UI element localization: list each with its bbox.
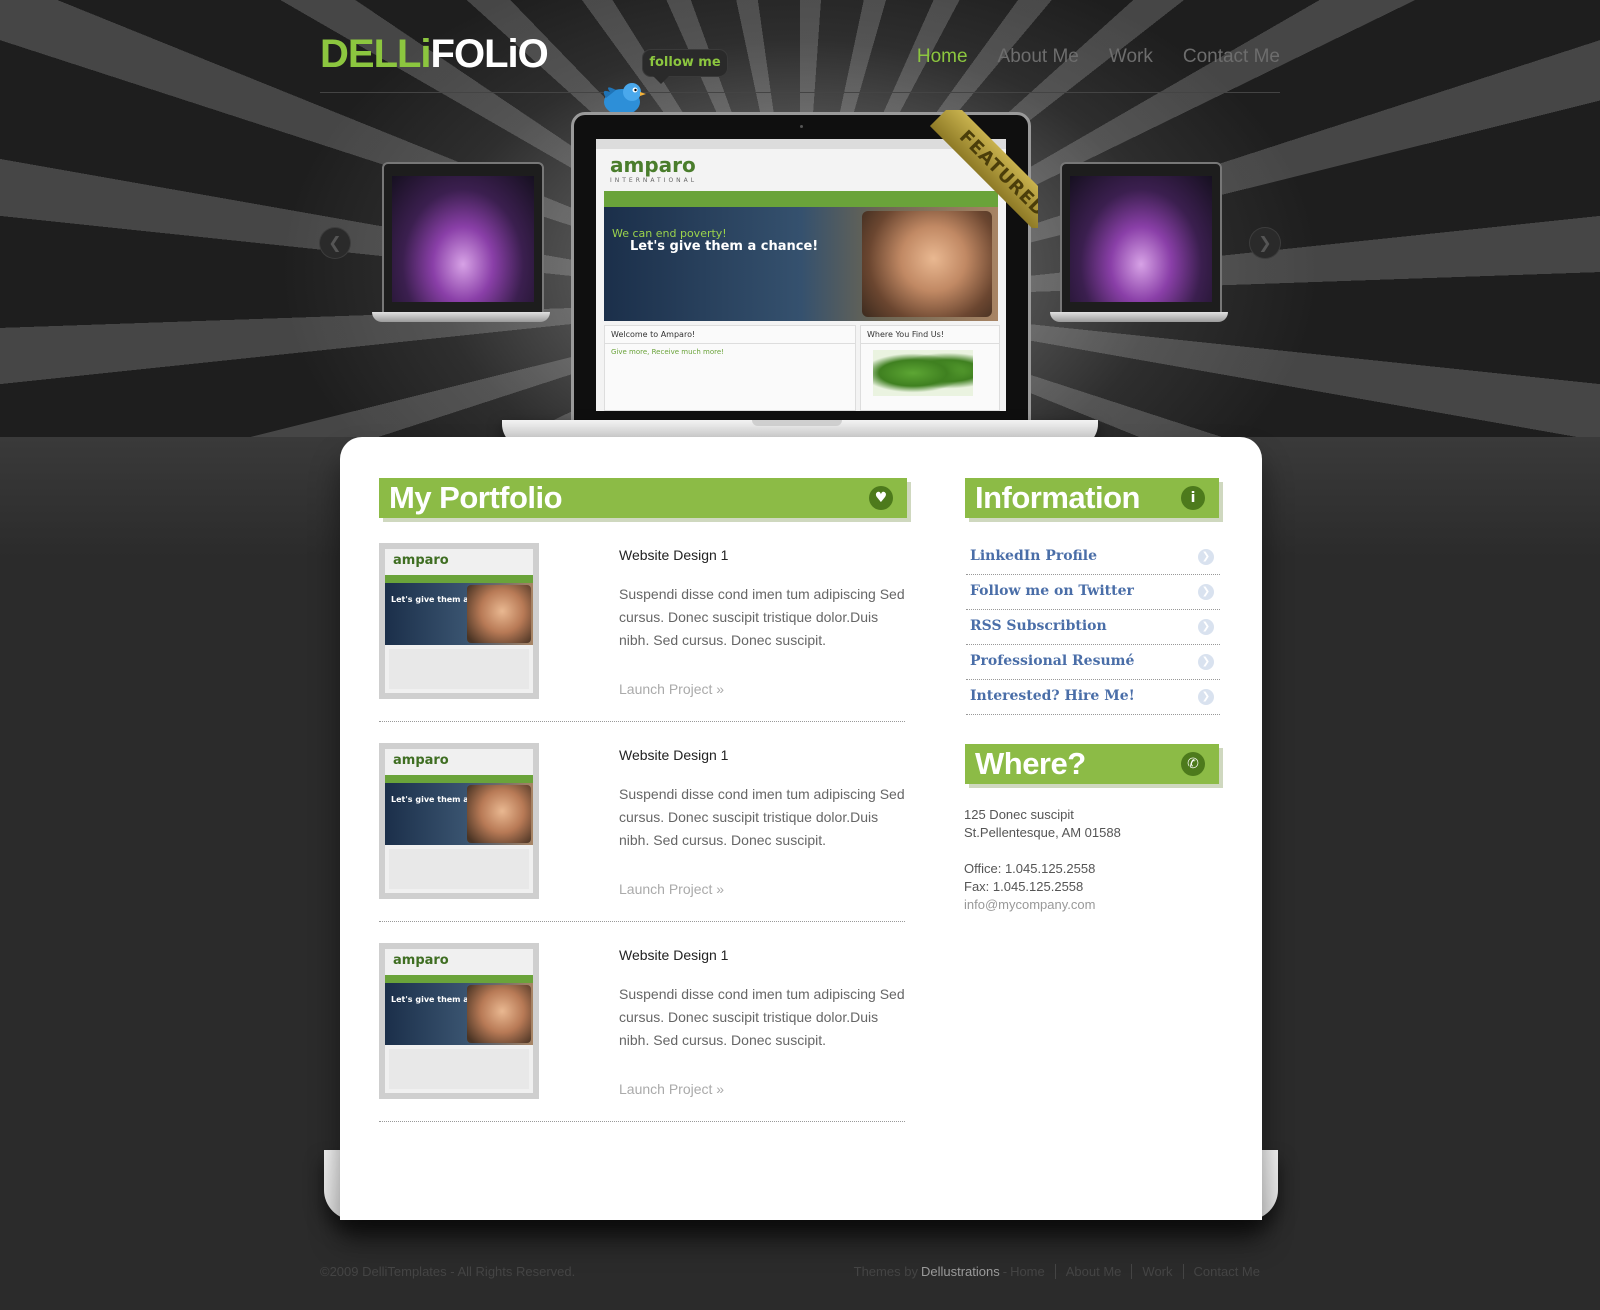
footer-link-contact-me[interactable]: Contact Me (1182, 1264, 1270, 1279)
address-line-1: 125 Donec suscipit (964, 807, 1074, 822)
portfolio-item: amparo Let's give them a chance! Website … (379, 543, 905, 743)
chevron-right-icon: ❯ (1198, 654, 1214, 670)
office-phone: Office: 1.045.125.2558 (964, 861, 1096, 876)
world-map-icon (873, 350, 973, 396)
email-link[interactable]: info@mycompany.com (964, 896, 1121, 914)
slider-next-button[interactable]: ❯ (1250, 228, 1280, 258)
footer-brand-link[interactable]: Dellustrations (921, 1264, 1000, 1279)
info-icon: i (1181, 486, 1205, 510)
showcase-logo: amparo INTERNATIONAL (610, 153, 698, 184)
launch-project-link[interactable]: Launch Project » (619, 1081, 724, 1097)
nav-home[interactable]: Home (917, 46, 968, 68)
site-header: DELLiFOLiO Home About Me Work Contact Me (320, 28, 1280, 93)
chevron-right-icon: ❯ (1198, 549, 1214, 565)
contact-address: 125 Donec suscipit St.Pellentesque, AM 0… (964, 806, 1121, 914)
portfolio-thumbnail[interactable]: amparo Let's give them a chance! (379, 943, 539, 1099)
divider (379, 921, 905, 922)
main-nav: Home About Me Work Contact Me (917, 46, 1280, 68)
portfolio-item-description: Suspendi disse cond imen tum adipiscing … (619, 786, 905, 848)
featured-ribbon: FEATURED (920, 110, 1038, 228)
showcase-welcome-box: Welcome to Amparo! Give more, Receive mu… (604, 325, 856, 411)
fax-number: Fax: 1.045.125.2558 (964, 879, 1084, 894)
portfolio-item-description: Suspendi disse cond imen tum adipiscing … (619, 986, 905, 1048)
footer-link-about-me[interactable]: About Me (1054, 1264, 1132, 1279)
nav-about-me[interactable]: About Me (998, 46, 1079, 68)
info-link-linkedin[interactable]: LinkedIn Profile ❯ (966, 540, 1220, 575)
where-title: Where? (975, 746, 1086, 781)
portfolio-header: My Portfolio ♥ (379, 478, 907, 518)
footer-link-work[interactable]: Work (1131, 1264, 1182, 1279)
info-link-resume[interactable]: Professional Resumé ❯ (966, 645, 1220, 680)
laptop-camera (800, 125, 803, 128)
side-laptop-right (1050, 162, 1228, 322)
portfolio-item-description: Suspendi disse cond imen tum adipiscing … (619, 586, 905, 648)
launch-project-link[interactable]: Launch Project » (619, 681, 724, 697)
follow-me-bubble[interactable]: follow me (643, 50, 727, 84)
portfolio-item-title: Website Design 1 (619, 547, 729, 563)
showcase-where-box: Where You Find Us! (860, 325, 1000, 411)
chevron-right-icon: ❯ (1198, 689, 1214, 705)
info-link-rss[interactable]: RSS Subscribtion ❯ (966, 610, 1220, 645)
heart-icon: ♥ (869, 486, 893, 510)
slider-prev-button[interactable]: ❮ (320, 228, 350, 258)
portfolio-item: amparo Let's give them a chance! Website … (379, 743, 905, 943)
phone-icon: ✆ (1181, 752, 1205, 776)
portfolio-item-title: Website Design 1 (619, 947, 729, 963)
site-logo[interactable]: DELLiFOLiO (320, 32, 549, 77)
portfolio-item-title: Website Design 1 (619, 747, 729, 763)
chevron-right-icon: ❯ (1198, 619, 1214, 635)
side-laptop-left (372, 162, 550, 322)
info-link-hire-me[interactable]: Interested? Hire Me! ❯ (966, 680, 1220, 715)
information-links: LinkedIn Profile ❯ Follow me on Twitter ❯ … (966, 540, 1220, 715)
portfolio-thumbnail[interactable]: amparo Let's give them a chance! (379, 743, 539, 899)
portfolio-item: amparo Let's give them a chance! Website … (379, 943, 905, 1143)
footer-nav: Themes by Dellustrations - Home About Me… (854, 1264, 1270, 1279)
themes-by-label: Themes by (853, 1264, 918, 1279)
info-link-twitter[interactable]: Follow me on Twitter ❯ (966, 575, 1220, 610)
information-title: Information (975, 480, 1141, 515)
divider (379, 721, 905, 722)
copyright: ©2009 DelliTemplates - All Rights Reserv… (320, 1264, 576, 1279)
logo-part-1: DELLi (320, 32, 432, 76)
chevron-right-icon: ❯ (1198, 584, 1214, 600)
showcase-tagline-2: Let's give them a chance! (630, 239, 819, 254)
footer-link-home[interactable]: Home (1007, 1264, 1055, 1279)
nav-work[interactable]: Work (1109, 46, 1153, 68)
information-header: Information i (965, 478, 1219, 518)
divider (379, 1121, 905, 1122)
portfolio-title: My Portfolio (389, 480, 563, 515)
launch-project-link[interactable]: Launch Project » (619, 881, 724, 897)
logo-part-2: FOLiO (430, 32, 549, 76)
where-header: Where? ✆ (965, 744, 1219, 784)
nav-contact-me[interactable]: Contact Me (1183, 46, 1280, 68)
address-line-2: St.Pellentesque, AM 01588 (964, 825, 1121, 840)
portfolio-thumbnail[interactable]: amparo Let's give them a chance! (379, 543, 539, 699)
